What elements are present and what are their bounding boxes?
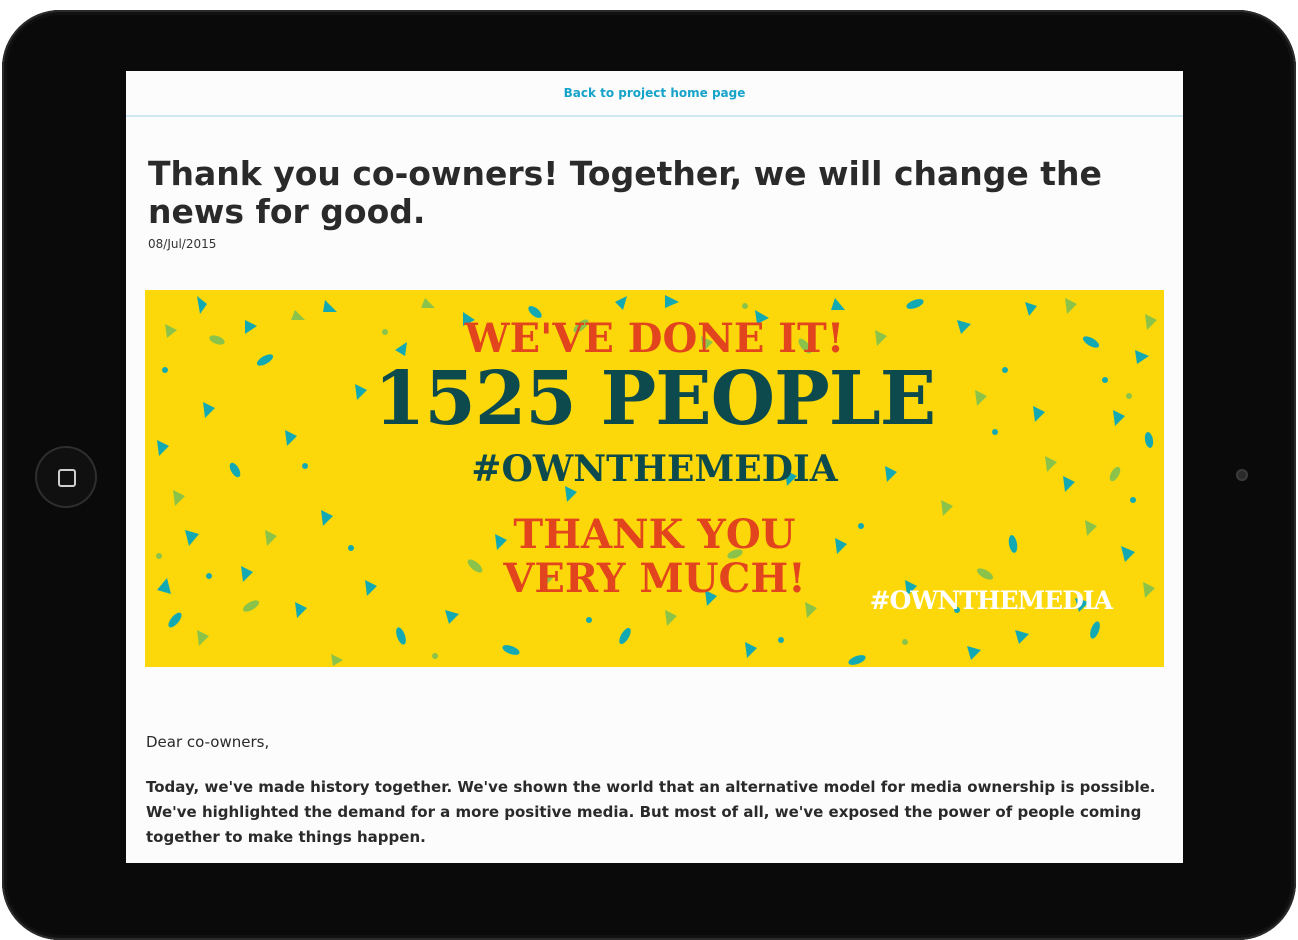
greeting: Dear co-owners, bbox=[146, 733, 270, 751]
celebration-banner: WE'VE DONE IT! 1525 PEOPLE #OWNTHEMEDIA … bbox=[145, 290, 1164, 667]
banner-count: 1525 PEOPLE bbox=[373, 356, 936, 442]
banner-headline: WE'VE DONE IT! bbox=[464, 315, 845, 362]
screen: Back to project home page Thank you co-o… bbox=[126, 71, 1183, 863]
banner-corner-tag: #OWNTHEMEDIA bbox=[869, 586, 1113, 615]
post-body: Dear co-owners, Today, we've made histor… bbox=[146, 733, 1156, 850]
page-title: Thank you co-owners! Together, we will c… bbox=[148, 154, 1102, 231]
top-nav-bar: Back to project home page bbox=[126, 71, 1183, 117]
post-date: 08/Jul/2015 bbox=[148, 237, 217, 251]
body-paragraph: Today, we've made history together. We'v… bbox=[146, 778, 1156, 846]
banner-hashtag: #OWNTHEMEDIA bbox=[471, 448, 838, 490]
banner-thanks-line2: VERY MUCH! bbox=[503, 555, 806, 602]
back-to-project-link[interactable]: Back to project home page bbox=[564, 86, 746, 100]
home-button-icon bbox=[58, 469, 76, 487]
banner-thanks-line1: THANK YOU bbox=[513, 511, 796, 558]
home-button[interactable] bbox=[35, 446, 97, 508]
camera-icon bbox=[1236, 469, 1248, 481]
